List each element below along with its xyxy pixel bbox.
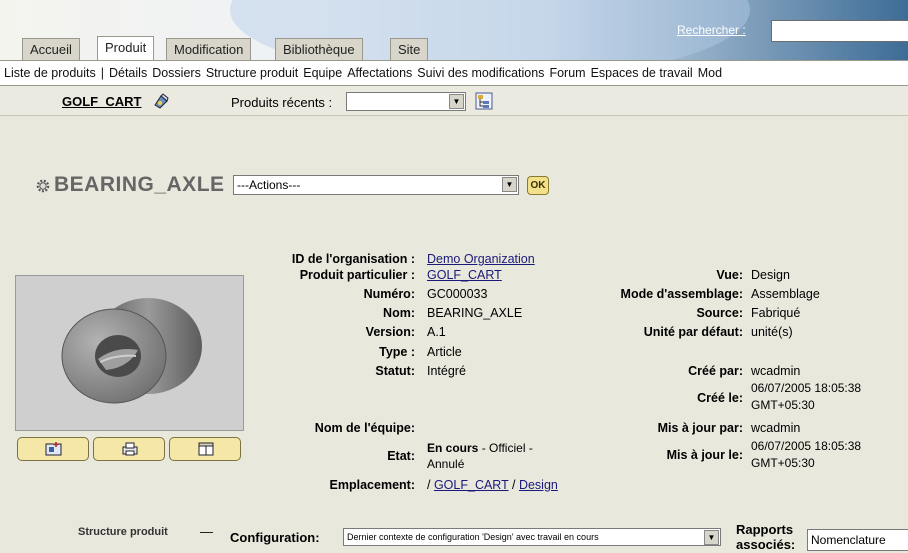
name-label: Nom:	[383, 306, 415, 320]
page-title: BEARING_AXLE	[54, 173, 225, 196]
configuration-select[interactable]: Dernier contexte de configuration 'Desig…	[343, 528, 721, 546]
state-value-line2: Annulé	[427, 457, 465, 471]
version-value: A.1	[427, 325, 446, 339]
chevron-down-icon[interactable]: ▼	[449, 94, 464, 109]
state-current: En cours	[427, 441, 479, 455]
bearing-3d-image	[61, 298, 202, 404]
product-icon[interactable]	[152, 92, 170, 110]
tab-modification[interactable]: Modification	[166, 38, 252, 60]
location-link-golf-cart[interactable]: GOLF_CART	[434, 478, 509, 492]
updated-on-label: Mis à jour le:	[666, 448, 743, 462]
tab-bibliotheque[interactable]: Bibliothèque	[275, 38, 363, 60]
actions-select[interactable]: ---Actions--- ▼	[233, 175, 519, 195]
chevron-down-icon[interactable]: ▼	[704, 530, 719, 545]
location-link-design[interactable]: Design	[519, 478, 558, 492]
open-viewer-button[interactable]	[17, 437, 89, 461]
configuration-value: Dernier contexte de configuration 'Desig…	[347, 532, 599, 542]
search-link[interactable]: Rechercher :	[677, 23, 746, 37]
view-label: Vue:	[716, 268, 743, 282]
team-label: Nom de l'équipe:	[314, 421, 415, 435]
window-icon	[198, 442, 214, 456]
location-separator: /	[508, 478, 519, 492]
subnav-forum[interactable]: Forum	[549, 66, 585, 80]
created-on-timezone: GMT+05:30	[751, 398, 815, 412]
tab-produit[interactable]: Produit	[97, 36, 155, 60]
associated-reports-label: Rapports associés:	[736, 522, 795, 552]
configuration-label: Configuration:	[230, 530, 320, 545]
assembly-mode-value: Assemblage	[751, 287, 820, 301]
created-by-value: wcadmin	[751, 364, 801, 378]
recent-products-label: Produits récents :	[231, 95, 333, 110]
default-unit-value: unité(s)	[751, 325, 793, 339]
org-id-label: ID de l'organisation :	[291, 252, 415, 266]
tab-site[interactable]: Site	[390, 38, 429, 60]
chevron-down-icon[interactable]: ▼	[502, 177, 517, 192]
print-icon	[122, 442, 138, 456]
updated-by-value: wcadmin	[751, 421, 801, 435]
product-thumbnail[interactable]	[15, 275, 244, 431]
type-label: Type :	[379, 345, 415, 359]
associated-reports-label-line1: Rapports	[736, 522, 794, 537]
associated-reports-label-line2: associés:	[736, 537, 796, 552]
subnav-espaces-travail[interactable]: Espaces de travail	[591, 66, 693, 80]
location-label: Emplacement:	[329, 478, 415, 492]
status-label: Statut:	[375, 364, 415, 378]
state-label: Etat:	[387, 449, 415, 463]
associated-reports-select[interactable]: Nomenclature	[807, 529, 908, 551]
number-value: GC000033	[427, 287, 488, 301]
subnav-mod[interactable]: Mod	[698, 66, 722, 80]
subnav-separator: |	[100, 66, 104, 80]
product-structure-heading: Structure produit	[78, 526, 168, 538]
status-value: Intégré	[427, 364, 466, 378]
source-value: Fabriqué	[751, 306, 801, 320]
number-label: Numéro:	[363, 287, 415, 301]
assembly-mode-label: Mode d'assemblage:	[620, 287, 743, 301]
org-id-link[interactable]: Demo Organization	[427, 252, 535, 266]
location-value: / GOLF_CART / Design	[427, 478, 558, 492]
representations-button[interactable]	[169, 437, 241, 461]
subnav-affectations[interactable]: Affectations	[347, 66, 412, 80]
viewer-icon	[45, 442, 62, 456]
type-value: Article	[427, 345, 462, 359]
recent-products-select[interactable]: ▼	[346, 92, 466, 111]
created-on-label: Créé le:	[697, 391, 743, 405]
subnav-liste-produits[interactable]: Liste de produits	[4, 66, 96, 80]
updated-on-timezone: GMT+05:30	[751, 456, 815, 470]
state-value: En cours - Officiel -	[427, 441, 533, 455]
updated-by-label: Mis à jour par:	[657, 421, 743, 435]
collapse-toggle[interactable]: —	[200, 524, 213, 539]
default-unit-label: Unité par défaut:	[643, 325, 743, 339]
context-product-link[interactable]: GOLF_CART	[62, 94, 141, 109]
subnav-equipe[interactable]: Equipe	[303, 66, 342, 80]
gear-icon	[36, 179, 50, 193]
structure-icon[interactable]	[475, 92, 493, 110]
ok-button[interactable]: OK	[527, 176, 549, 195]
created-by-label: Créé par:	[688, 364, 743, 378]
top-banner: Accueil Produit Modification Bibliothèqu…	[0, 0, 908, 60]
sub-navigation: Liste de produits | Détails Dossiers Structu…	[0, 60, 908, 86]
version-label: Version:	[365, 325, 415, 339]
view-value: Design	[751, 268, 790, 282]
subnav-suivi-modifications[interactable]: Suivi des modifications	[417, 66, 544, 80]
particular-product-link[interactable]: GOLF_CART	[427, 268, 502, 282]
actions-select-value: ---Actions---	[237, 178, 301, 192]
location-prefix: /	[427, 478, 434, 492]
created-on-date: 06/07/2005 18:05:38	[751, 381, 862, 395]
state-rest: - Officiel -	[478, 441, 533, 455]
print-button[interactable]	[93, 437, 165, 461]
subnav-structure-produit[interactable]: Structure produit	[206, 66, 298, 80]
name-value: BEARING_AXLE	[427, 306, 523, 320]
updated-on-date: 06/07/2005 18:05:38	[751, 439, 862, 453]
search-input[interactable]	[771, 20, 908, 42]
particular-product-label: Produit particulier :	[299, 268, 415, 282]
subnav-dossiers[interactable]: Dossiers	[152, 66, 201, 80]
source-label: Source:	[696, 306, 743, 320]
context-bar: GOLF_CART Produits récents : ▼	[0, 86, 908, 116]
tab-accueil[interactable]: Accueil	[22, 38, 80, 60]
subnav-details[interactable]: Détails	[109, 66, 147, 80]
